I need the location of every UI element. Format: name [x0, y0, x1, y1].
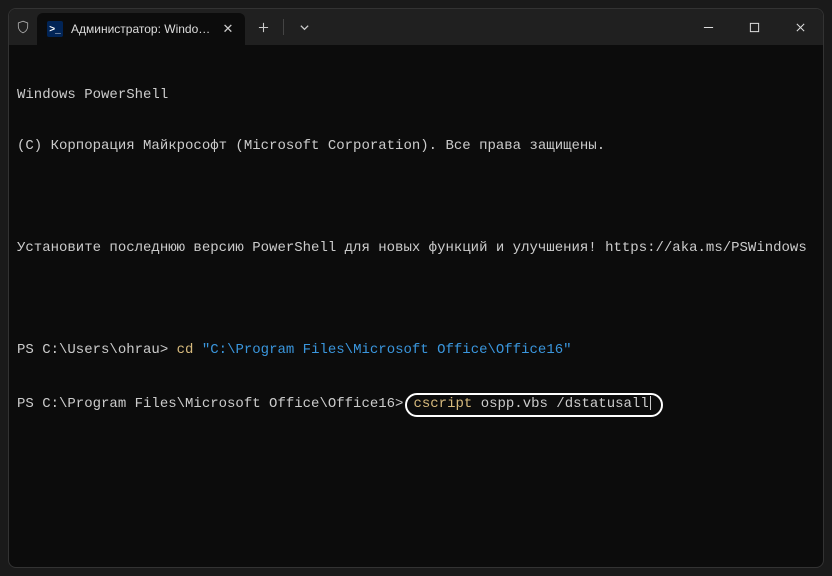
output-line: Установите последнюю версию PowerShell д…	[17, 240, 811, 257]
new-tab-button[interactable]	[245, 9, 281, 45]
close-window-button[interactable]	[777, 9, 823, 45]
tab-dropdown-button[interactable]	[286, 9, 322, 45]
highlighted-command: cscript ospp.vbs /dstatusall	[405, 393, 662, 417]
tab-close-button[interactable]: ✕	[219, 20, 237, 38]
prompt-line-2: PS C:\Program Files\Microsoft Office\Off…	[17, 393, 811, 417]
admin-shield-icon	[9, 9, 37, 45]
powershell-icon: >_	[47, 21, 63, 37]
tab-title: Администратор: Windows Pc	[71, 22, 211, 36]
prompt-line-1: PS C:\Users\ohrau> cd "C:\Program Files\…	[17, 342, 811, 359]
divider	[283, 19, 284, 35]
output-line: (C) Корпорация Майкрософт (Microsoft Cor…	[17, 138, 811, 155]
blank-line	[17, 291, 811, 308]
active-tab[interactable]: >_ Администратор: Windows Pc ✕	[37, 13, 245, 45]
blank-line	[17, 189, 811, 206]
terminal-window: >_ Администратор: Windows Pc ✕ Windows P…	[8, 8, 824, 568]
maximize-button[interactable]	[731, 9, 777, 45]
titlebar-drag-area[interactable]	[322, 9, 685, 45]
window-controls	[685, 9, 823, 45]
titlebar: >_ Администратор: Windows Pc ✕	[9, 9, 823, 45]
output-line: Windows PowerShell	[17, 87, 811, 104]
text-cursor	[650, 396, 651, 410]
terminal-output[interactable]: Windows PowerShell (C) Корпорация Майкро…	[9, 45, 823, 567]
minimize-button[interactable]	[685, 9, 731, 45]
